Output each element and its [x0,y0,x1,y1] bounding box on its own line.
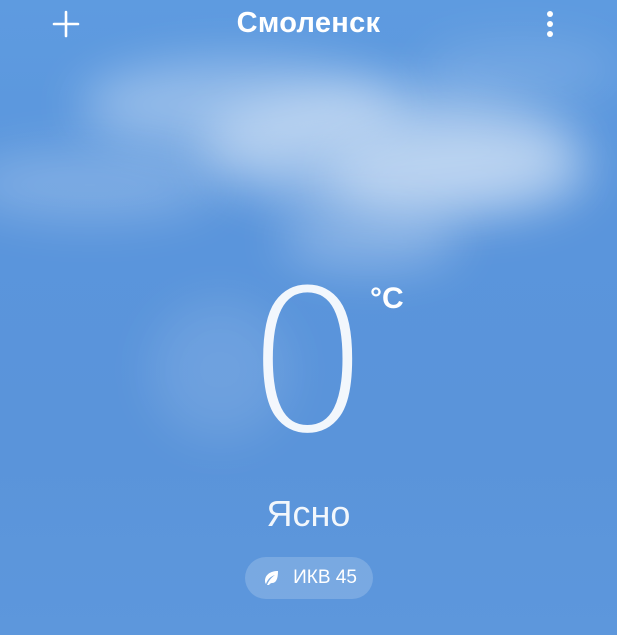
air-quality-badge[interactable]: ИКВ 45 [245,557,373,599]
city-title: Смоленск [236,7,381,39]
leaf-icon [265,571,279,585]
weather-condition: Ясно [266,493,351,534]
temperature-unit: °C [370,282,404,315]
temperature-value: 0 [245,249,371,477]
air-quality-label: ИКВ 45 [293,567,357,588]
more-vertical-icon [547,11,553,37]
top-bar: Смоленск [0,0,617,48]
more-options-button[interactable] [536,6,564,42]
weather-screen: Смоленск 0 °C Ясно ИКВ 45 [0,0,617,635]
current-temperature: 0 °C [0,249,617,477]
